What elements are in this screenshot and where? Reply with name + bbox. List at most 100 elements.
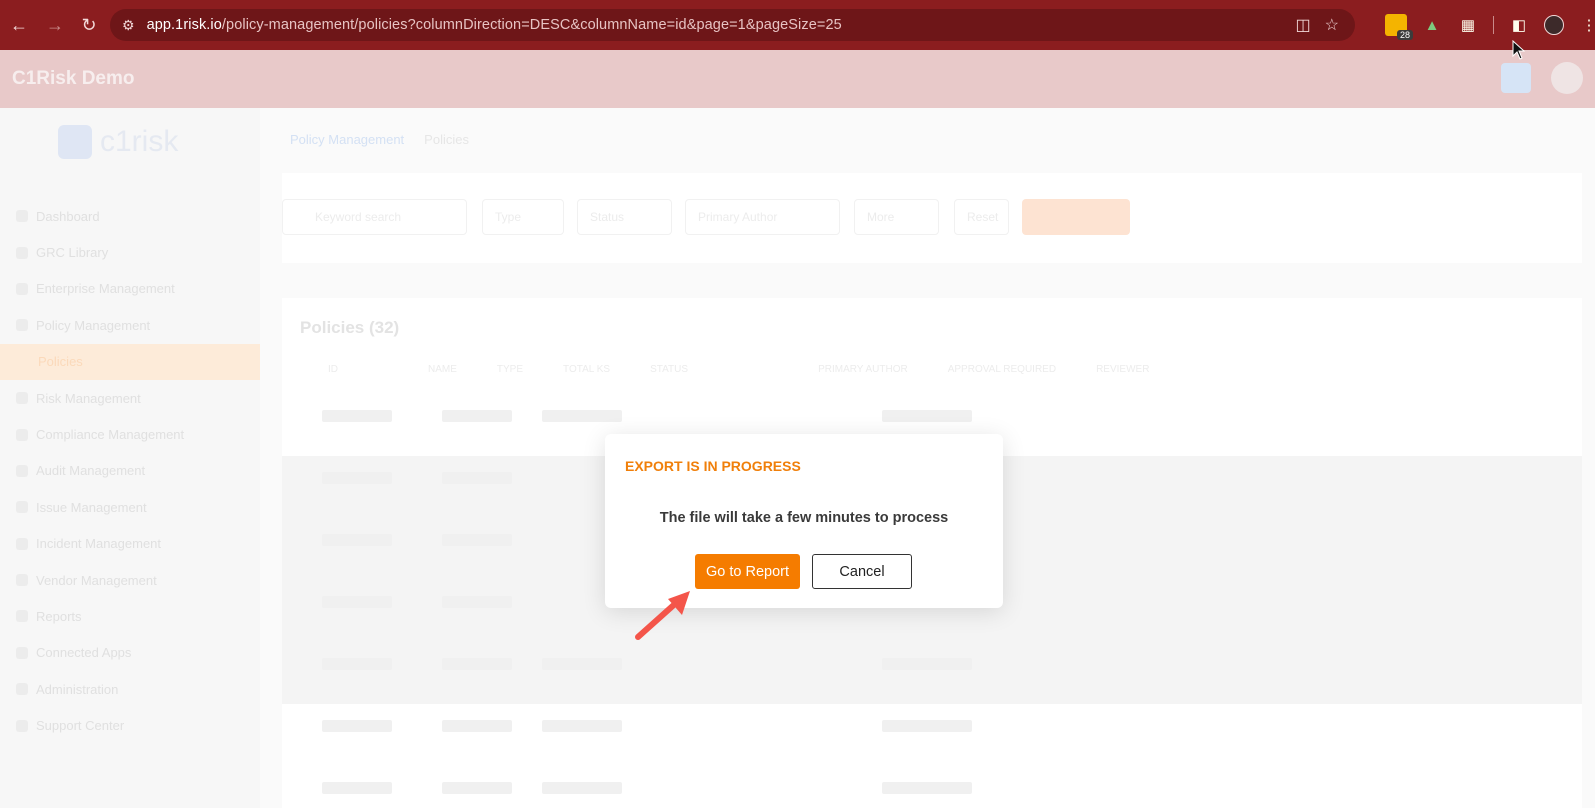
sidebar-item-label: Vendor Management	[36, 572, 157, 588]
policy-icon	[16, 319, 28, 332]
author-filter[interactable]: Primary Author	[685, 199, 840, 235]
browser-toolbar: ← → ↻ ⚙ app.1risk.io/policy-management/p…	[0, 0, 1595, 50]
cancel-button[interactable]: Cancel	[812, 554, 912, 589]
sidebar-item-grc-library[interactable]: GRC Library	[0, 234, 260, 270]
go-to-report-button[interactable]: Go to Report	[695, 554, 800, 589]
reset-button[interactable]: Reset	[954, 199, 1009, 235]
sidebar: c1risk Dashboard GRC Library Enterprise …	[0, 108, 260, 808]
sidebar-item-risk[interactable]: Risk Management	[0, 380, 260, 416]
compliance-icon	[16, 428, 28, 441]
user-avatar[interactable]	[1551, 62, 1583, 94]
reload-icon[interactable]: ↻	[72, 8, 106, 42]
search-input[interactable]: Keyword search	[282, 199, 467, 235]
extension-badge: 28	[1396, 30, 1413, 40]
url-path: /policy-management/policies?columnDirect…	[221, 17, 842, 33]
breadcrumb-item[interactable]: Policy Management	[290, 132, 404, 147]
sidebar-item-issue[interactable]: Issue Management	[0, 489, 260, 525]
status-filter[interactable]: Status	[577, 199, 672, 235]
sidebar-item-label: Enterprise Management	[36, 281, 175, 297]
column-header[interactable]: PRIMARY AUTHOR	[818, 364, 908, 384]
site-settings-icon[interactable]: ⚙	[122, 17, 135, 34]
sidebar-item-compliance[interactable]: Compliance Management	[0, 416, 260, 452]
sidebar-item-vendor[interactable]: Vendor Management	[0, 562, 260, 598]
column-header[interactable]: REVIEWER	[1096, 364, 1149, 384]
sidebar-item-enterprise[interactable]: Enterprise Management	[0, 271, 260, 307]
column-header[interactable]: TYPE	[497, 364, 523, 384]
audit-icon	[16, 464, 28, 477]
toolbar-divider	[1493, 16, 1494, 34]
sidebar-item-connected-apps[interactable]: Connected Apps	[0, 635, 260, 671]
sidebar-item-label: Dashboard	[36, 208, 100, 224]
column-header[interactable]: APPROVAL REQUIRED	[948, 364, 1056, 384]
sidebar-item-label: Issue Management	[36, 499, 147, 515]
risk-icon	[16, 392, 28, 405]
sidebar-item-label: Incident Management	[36, 536, 162, 552]
app-header: C1Risk Demo	[0, 50, 1595, 108]
breadcrumb: Policy Management Policies	[290, 132, 469, 147]
column-header[interactable]: ID	[328, 364, 338, 384]
forward-icon[interactable]: →	[38, 8, 72, 42]
sidebar-item-policy-management[interactable]: Policy Management	[0, 307, 260, 343]
vendor-icon	[16, 574, 28, 587]
dashboard-icon	[16, 210, 28, 223]
table-row[interactable]	[282, 642, 1582, 704]
back-icon[interactable]: ←	[2, 8, 36, 42]
dialog-message: The file will take a few minutes to proc…	[659, 510, 949, 526]
search-placeholder: Keyword search	[315, 210, 402, 224]
profile-avatar[interactable]	[1544, 15, 1564, 35]
logo-text: c1risk	[100, 125, 179, 158]
address-bar[interactable]: ⚙ app.1risk.io/policy-management/policie…	[110, 9, 1355, 41]
drive-extension-icon[interactable]: ▲	[1421, 14, 1443, 36]
enterprise-icon	[16, 282, 28, 295]
table-row[interactable]	[282, 704, 1582, 766]
browser-menu-icon[interactable]: ⋮	[1578, 14, 1595, 36]
side-panel-icon[interactable]: ◧	[1508, 14, 1530, 36]
url-host: app.1risk.io	[146, 17, 222, 33]
extensions-puzzle-icon[interactable]: ▦	[1457, 14, 1479, 36]
sidebar-item-label: Audit Management	[36, 463, 146, 479]
sidebar-item-administration[interactable]: Administration	[0, 671, 260, 707]
sidebar-item-incident[interactable]: Incident Management	[0, 526, 260, 562]
install-app-icon[interactable]: ◫	[1296, 15, 1311, 35]
sidebar-item-label: Support Center	[36, 718, 125, 734]
library-icon	[16, 246, 28, 259]
header-action-button[interactable]	[1501, 63, 1531, 93]
more-filter-label: More	[867, 210, 895, 224]
table-title: Policies (32)	[300, 318, 400, 337]
reports-icon	[16, 610, 28, 623]
logo: c1risk	[58, 125, 178, 159]
more-filter[interactable]: More	[854, 199, 939, 235]
column-header[interactable]: STATUS	[650, 364, 688, 384]
type-filter[interactable]: Type	[482, 199, 564, 235]
sidebar-item-dashboard[interactable]: Dashboard	[0, 198, 260, 234]
dialog-title: EXPORT IS IN PROGRESS	[625, 458, 801, 474]
sidebar-item-label: Connected Apps	[36, 645, 132, 661]
sidebar-item-label: Reports	[36, 608, 82, 624]
annotation-arrow-icon	[635, 591, 690, 640]
sidebar-item-label: GRC Library	[36, 245, 109, 261]
sidebar-item-reports[interactable]: Reports	[0, 598, 260, 634]
sidebar-menu: Dashboard GRC Library Enterprise Managem…	[0, 198, 260, 744]
logo-mark	[58, 125, 92, 159]
add-policy-button[interactable]	[1022, 199, 1130, 235]
table-row[interactable]	[282, 766, 1582, 808]
filter-bar: Keyword search Type Status Primary Autho…	[282, 173, 1582, 263]
author-filter-label: Primary Author	[698, 210, 778, 224]
url-text: app.1risk.io/policy-management/policies?…	[147, 17, 842, 33]
sidebar-item-audit[interactable]: Audit Management	[0, 453, 260, 489]
sidebar-item-label: Risk Management	[36, 390, 141, 406]
mouse-cursor-icon	[1512, 40, 1526, 60]
apps-icon	[16, 646, 28, 659]
status-filter-label: Status	[590, 210, 625, 224]
reset-label: Reset	[967, 210, 999, 224]
sidebar-item-support[interactable]: Support Center	[0, 707, 260, 743]
column-header[interactable]: TOTAL KS	[563, 364, 610, 384]
column-header[interactable]: NAME	[428, 364, 457, 384]
sidebar-item-label: Compliance Management	[36, 427, 185, 443]
breadcrumb-item: Policies	[424, 132, 469, 147]
sidebar-item-policies[interactable]: Policies	[0, 343, 260, 380]
calendar-extension-icon[interactable]: 28	[1385, 14, 1413, 40]
type-filter-label: Type	[495, 210, 522, 224]
bookmark-star-icon[interactable]: ☆	[1325, 15, 1339, 35]
app-title: C1Risk Demo	[12, 68, 135, 89]
